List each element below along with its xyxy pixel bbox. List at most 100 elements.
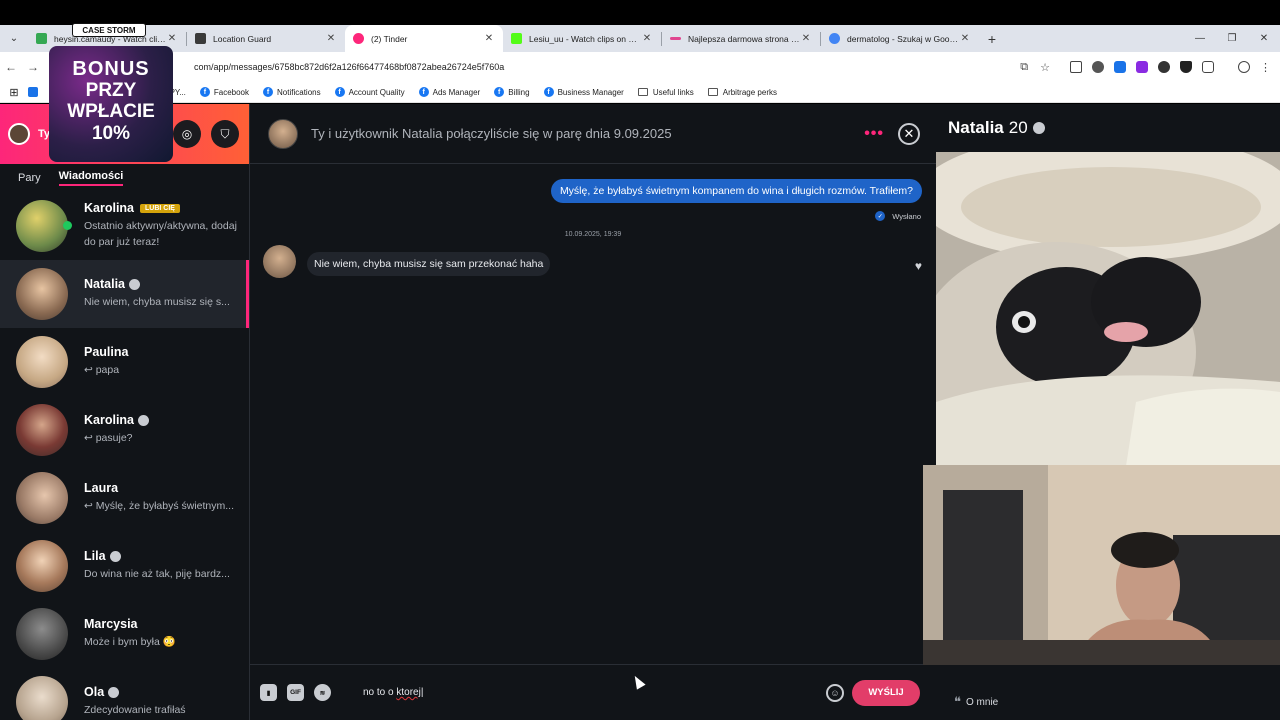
bookmark-folder[interactable]: Arbitrage perks — [707, 87, 777, 97]
conversation-item-selected[interactable]: Natalia Nie wiem, chyba musisz się s... — [0, 260, 249, 328]
bookmark-item[interactable]: f Facebook — [199, 87, 250, 97]
explore-icon[interactable]: ◎ — [173, 120, 201, 148]
avatar — [16, 540, 68, 592]
facebook-icon: f — [494, 87, 505, 97]
misspelled-word: ktorej — [396, 687, 421, 698]
facebook-icon: f — [263, 87, 274, 97]
bookmark-label: Ads Manager — [432, 87, 481, 97]
conversation-preview: Do wina nie aż tak, piję bardz... — [84, 568, 230, 581]
tab-close-icon[interactable]: ✕ — [325, 33, 337, 44]
bookmark-label: Billing — [508, 87, 530, 97]
bookmark-label: Useful links — [652, 87, 694, 97]
new-tab-icon[interactable]: + — [979, 31, 1005, 47]
bookmark-label: Facebook — [213, 87, 250, 97]
verified-icon — [108, 686, 120, 698]
tab-search-icon[interactable]: ⌄ — [0, 25, 28, 52]
conversation-item[interactable]: Ola Zdecydowanie trafiłaś — [0, 668, 249, 720]
more-options-icon[interactable]: ••• — [864, 125, 884, 143]
safety-shield-icon[interactable]: ⛉ — [211, 120, 239, 148]
send-button[interactable]: WYŚLIJ — [852, 679, 920, 706]
profile-photo[interactable] — [936, 152, 1280, 466]
extension-icon[interactable] — [1180, 61, 1192, 73]
tab-matches[interactable]: Pary — [18, 172, 41, 184]
avatar — [16, 608, 68, 660]
avatar — [16, 404, 68, 456]
casino-promo-overlay: BONUS PRZY WPŁACIE 10% — [49, 46, 173, 162]
bookmark-folder[interactable]: Useful links — [637, 87, 694, 97]
window-close-icon[interactable]: ✕ — [1248, 33, 1280, 44]
tab-close-icon[interactable]: ✕ — [166, 33, 178, 44]
bookmark-item[interactable]: f Business Manager — [543, 87, 624, 97]
extension-icon[interactable] — [1092, 61, 1104, 73]
conversation-item[interactable]: Paulina ↩ papa — [0, 328, 249, 396]
sent-status-text: Wysłano — [892, 211, 921, 221]
tab-close-icon[interactable]: ✕ — [483, 33, 495, 44]
apps-grid-icon[interactable]: ⊞ — [0, 86, 28, 99]
my-profile-avatar[interactable] — [8, 123, 30, 145]
url-field[interactable]: com/app/messages/6758bc872d6f2a126f66477… — [194, 55, 1056, 79]
tab-close-icon[interactable]: ✕ — [800, 33, 812, 44]
back-icon[interactable]: ← — [0, 60, 22, 74]
streamer-webcam-overlay — [923, 465, 1280, 665]
conversation-preview: Może i bym była 😳 — [84, 636, 176, 649]
bookmark-item[interactable]: f Billing — [494, 87, 530, 97]
browser-tab[interactable]: Location Guard ✕ — [187, 25, 345, 52]
browser-tab[interactable]: Lesiu_uu - Watch clips on Kick ✕ — [503, 25, 661, 52]
verified-icon — [129, 278, 140, 290]
folder-icon — [707, 88, 718, 96]
conversation-item[interactable]: Lila Do wina nie aż tak, piję bardz... — [0, 532, 249, 600]
bookmark-item[interactable]: f Ads Manager — [418, 87, 481, 97]
conversation-item[interactable]: Marcysia Może i bym była 😳 — [0, 600, 249, 668]
bookmark-star-icon[interactable]: ☆ — [1040, 61, 1050, 74]
conversation-item[interactable]: Laura ↩ Myślę, że byłabyś świetnym... — [0, 464, 249, 532]
tab-favicon — [36, 33, 47, 44]
tab-favicon — [670, 37, 681, 40]
conversation-item[interactable]: Karolina LUBI CIĘ Ostatnio aktywny/aktywn… — [0, 192, 249, 260]
restore-icon[interactable]: ❐ — [1216, 33, 1248, 44]
facebook-icon: f — [543, 87, 554, 97]
url-text: com/app/messages/6758bc872d6f2a126f66477… — [194, 62, 505, 72]
tab-close-icon[interactable]: ✕ — [959, 33, 971, 44]
bookmarks-bar: ⊞ uxil SPY... fFacebook fNotifications f… — [0, 82, 1280, 103]
match-avatar[interactable] — [268, 118, 298, 149]
tab-close-icon[interactable]: ✕ — [641, 33, 653, 44]
install-app-icon[interactable]: ⧉ — [1020, 61, 1028, 74]
extension-icon[interactable] — [1158, 61, 1170, 73]
spotify-icon[interactable]: ≋ — [314, 684, 331, 701]
conversation-preview: Nie wiem, chyba musisz się s... — [84, 296, 230, 309]
minimize-icon[interactable]: — — [1184, 33, 1216, 44]
bookmark-label: Account Quality — [348, 87, 405, 97]
gif-button[interactable]: GIF — [287, 684, 304, 701]
browser-tabstrip: ⌄ heysin.camaudy - Watch clips ✕ Locatio… — [0, 25, 1280, 52]
sender-avatar[interactable] — [263, 245, 296, 278]
tab-title: (2) Tinder — [371, 33, 408, 44]
message-input[interactable]: no to o ktorej| — [363, 687, 823, 698]
kick-favicon — [511, 33, 522, 44]
emoji-icon[interactable]: ☺ — [826, 683, 844, 702]
like-heart-icon[interactable]: ♥ — [915, 259, 922, 273]
extension-icon[interactable] — [1114, 61, 1126, 73]
conversation-item[interactable]: Karolina ↩ pasuje? — [0, 396, 249, 464]
bookmark-label: Arbitrage perks — [722, 87, 777, 97]
extension-icon[interactable] — [1136, 61, 1148, 73]
conversation-preview: ↩ pasuje? — [84, 432, 133, 445]
close-chat-icon[interactable]: ✕ — [898, 122, 920, 145]
avatar — [16, 472, 68, 524]
tab-title: dermatolog - Szukaj w Google — [847, 33, 959, 44]
video-extension-icon[interactable] — [1070, 61, 1082, 73]
browser-tab[interactable]: dermatolog - Szukaj w Google ✕ — [821, 25, 979, 52]
browser-menu-icon[interactable]: ⋮ — [1260, 61, 1271, 74]
bookmark-icon[interactable] — [28, 87, 38, 97]
browser-tab[interactable]: Najlepsza darmowa strona i ap... ✕ — [662, 25, 820, 52]
bookmark-item[interactable]: f Account Quality — [334, 87, 405, 97]
facebook-icon: f — [418, 87, 429, 97]
conversation-preview: ↩ papa — [84, 364, 120, 377]
extensions-puzzle-icon[interactable] — [1202, 61, 1214, 73]
browser-tab-active[interactable]: (2) Tinder ✕ — [345, 25, 503, 52]
forward-icon[interactable]: → — [22, 60, 44, 74]
sticker-icon[interactable]: ▮ — [260, 684, 277, 701]
bookmark-item[interactable]: f Notifications — [263, 87, 321, 97]
profile-avatar-icon[interactable] — [1238, 61, 1250, 73]
tab-messages[interactable]: Wiadomości — [58, 170, 124, 186]
tab-title: Location Guard — [213, 33, 272, 44]
